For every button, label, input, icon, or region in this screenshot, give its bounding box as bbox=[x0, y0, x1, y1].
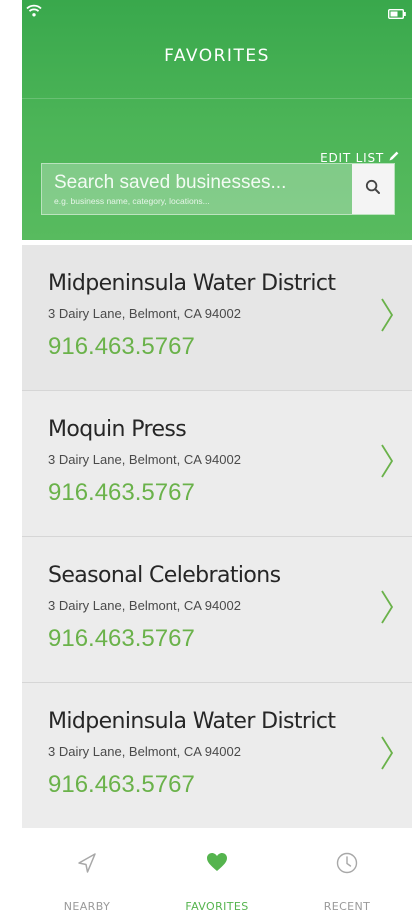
list-item[interactable]: Moquin Press 3 Dairy Lane, Belmont, CA 9… bbox=[22, 391, 412, 537]
search-input[interactable]: Search saved businesses... e.g. business… bbox=[42, 164, 352, 214]
tab-nearby[interactable]: NEARBY bbox=[22, 828, 152, 913]
favorites-list: Midpeninsula Water District 3 Dairy Lane… bbox=[22, 245, 412, 829]
search-placeholder: Search saved businesses... bbox=[54, 172, 287, 193]
tab-favorites[interactable]: FAVORITES bbox=[152, 828, 282, 913]
business-address: 3 Dairy Lane, Belmont, CA 94002 bbox=[48, 306, 241, 321]
tab-label: RECENT bbox=[323, 900, 371, 913]
chevron-right-icon[interactable] bbox=[380, 589, 394, 630]
header: FAVORITES EDIT LIST Search saved busines… bbox=[22, 0, 412, 240]
list-item[interactable]: Midpeninsula Water District 3 Dairy Lane… bbox=[22, 245, 412, 391]
tab-bar: NEARBY FAVORITES RECENT bbox=[22, 828, 412, 913]
status-bar bbox=[22, 0, 412, 30]
business-address: 3 Dairy Lane, Belmont, CA 94002 bbox=[48, 598, 241, 613]
tab-recent[interactable]: RECENT bbox=[282, 828, 412, 913]
list-item[interactable]: Seasonal Celebrations 3 Dairy Lane, Belm… bbox=[22, 537, 412, 683]
list-item[interactable]: Midpeninsula Water District 3 Dairy Lane… bbox=[22, 683, 412, 829]
business-phone[interactable]: 916.463.5767 bbox=[48, 771, 195, 799]
search-box: Search saved businesses... e.g. business… bbox=[41, 163, 395, 215]
navigation-arrow-icon bbox=[77, 852, 97, 879]
business-name: Midpeninsula Water District bbox=[48, 709, 336, 734]
search-icon bbox=[365, 179, 381, 200]
wifi-icon bbox=[26, 4, 42, 22]
business-phone[interactable]: 916.463.5767 bbox=[48, 333, 195, 361]
chevron-right-icon[interactable] bbox=[380, 735, 394, 776]
business-phone[interactable]: 916.463.5767 bbox=[48, 479, 195, 507]
page-title: FAVORITES bbox=[164, 46, 270, 66]
business-name: Midpeninsula Water District bbox=[48, 271, 336, 296]
business-address: 3 Dairy Lane, Belmont, CA 94002 bbox=[48, 452, 241, 467]
tab-label: FAVORITES bbox=[185, 900, 249, 913]
chevron-right-icon[interactable] bbox=[380, 443, 394, 484]
business-name: Seasonal Celebrations bbox=[48, 563, 281, 588]
search-hint: e.g. business name, category, locations.… bbox=[54, 196, 210, 206]
business-address: 3 Dairy Lane, Belmont, CA 94002 bbox=[48, 744, 241, 759]
heart-icon bbox=[206, 852, 228, 877]
header-divider bbox=[22, 98, 412, 99]
battery-icon bbox=[387, 6, 406, 24]
chevron-right-icon[interactable] bbox=[380, 297, 394, 338]
business-name: Moquin Press bbox=[48, 417, 187, 442]
search-button[interactable] bbox=[352, 164, 394, 214]
tab-label: NEARBY bbox=[63, 900, 111, 913]
business-phone[interactable]: 916.463.5767 bbox=[48, 625, 195, 653]
clock-icon bbox=[336, 852, 358, 879]
